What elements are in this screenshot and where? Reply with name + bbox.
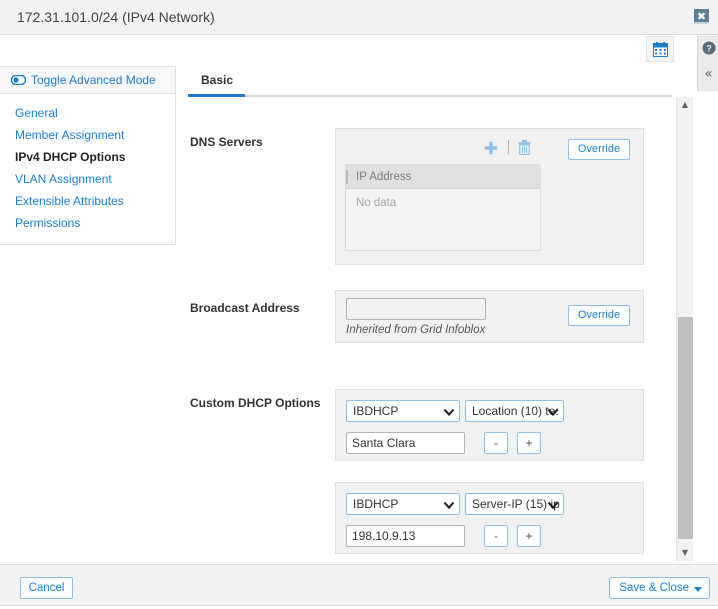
chevron-down-icon: [443, 497, 455, 515]
sidebar-item-vlan-assignment[interactable]: VLAN Assignment: [0, 168, 175, 190]
sidebar-nav: General Member Assignment IPv4 DHCP Opti…: [0, 94, 175, 244]
toggle-advanced-mode-button[interactable]: Toggle Advanced Mode: [0, 67, 175, 94]
toggle-advanced-mode-label: Toggle Advanced Mode: [31, 73, 156, 87]
broadcast-address-label: Broadcast Address: [190, 301, 300, 315]
dhcp-option-add-button-2[interactable]: +: [517, 525, 541, 547]
dhcp-option-value-input-1[interactable]: [346, 432, 465, 454]
broadcast-address-panel: Inherited from Grid Infoblox Override: [335, 290, 644, 343]
tab-basic[interactable]: Basic: [201, 73, 233, 87]
content-scrollbar[interactable]: ▲ ▼: [676, 97, 693, 561]
dhcp-option-name-value-1: Location (10) te:: [472, 404, 559, 418]
tab-active-indicator: [188, 94, 245, 97]
broadcast-address-input[interactable]: [346, 298, 486, 320]
chevron-down-glyph: [443, 499, 455, 511]
sidebar-item-member-assignment[interactable]: Member Assignment: [0, 124, 175, 146]
sidebar-item-general[interactable]: General: [0, 102, 175, 124]
broadcast-address-override-button[interactable]: Override: [568, 305, 630, 326]
dhcp-option-space-select-1[interactable]: IBDHCP: [346, 400, 460, 422]
cancel-button[interactable]: Cancel: [20, 577, 73, 599]
tabstrip: Basic: [188, 66, 672, 97]
dhcp-option-name-value-2: Server-IP (15) ip: [472, 497, 560, 511]
toggle-switch-glyph: [11, 75, 26, 85]
dhcp-option-remove-button-2[interactable]: -: [484, 525, 508, 547]
dhcp-option-name-select-2[interactable]: Server-IP (15) ip: [465, 493, 564, 515]
trash-glyph: [518, 140, 531, 155]
calendar-glyph: [653, 42, 668, 57]
scrollbar-thumb[interactable]: [678, 317, 693, 539]
window-titlebar: 172.31.101.0/24 (IPv4 Network) ✖: [0, 0, 718, 35]
broadcast-address-inherited-note: Inherited from Grid Infoblox: [346, 324, 485, 336]
plus-icon[interactable]: [484, 141, 498, 158]
dhcp-option-value-input-2[interactable]: [346, 525, 465, 547]
save-and-close-label: Save & Close: [619, 582, 689, 594]
dhcp-option-space-select-2[interactable]: IBDHCP: [346, 493, 460, 515]
calendar-icon[interactable]: [646, 36, 674, 62]
dns-servers-override-button[interactable]: Override: [568, 139, 630, 160]
chevron-down-glyph: [443, 406, 455, 418]
chevron-down-icon: [443, 404, 455, 422]
dhcp-option-remove-button-1[interactable]: -: [484, 432, 508, 454]
window-title: 172.31.101.0/24 (IPv4 Network): [17, 9, 215, 25]
toolbar: [0, 36, 718, 66]
dialog-footer: Cancel Save & Close: [0, 564, 718, 609]
dns-servers-grid: IP Address No data: [345, 164, 541, 251]
sidebar: Toggle Advanced Mode General Member Assi…: [0, 66, 176, 245]
dhcp-option-add-button-1[interactable]: +: [517, 432, 541, 454]
dhcp-option-space-value-1: IBDHCP: [353, 404, 398, 418]
dns-grid-header-row: IP Address: [346, 165, 540, 189]
trash-icon[interactable]: [518, 140, 531, 158]
sidebar-item-ipv4-dhcp-options[interactable]: IPv4 DHCP Options: [0, 146, 175, 168]
help-icon[interactable]: ?: [698, 36, 718, 62]
scroll-up-icon[interactable]: ▲: [677, 97, 693, 113]
toolbar-separator: [508, 140, 509, 154]
collapse-panel-icon[interactable]: «: [698, 62, 718, 88]
right-side-rail: ? «: [697, 36, 718, 91]
dns-servers-panel: Override IP Address No data: [335, 128, 644, 265]
caret-down-icon[interactable]: [694, 587, 702, 592]
dhcp-option-space-value-2: IBDHCP: [353, 497, 398, 511]
main-content: Basic DNS Servers: [188, 66, 672, 563]
dns-servers-label: DNS Servers: [190, 135, 263, 149]
dhcp-option-row: IBDHCP Location (10) te:: [335, 389, 644, 461]
sidebar-item-extensible-attributes[interactable]: Extensible Attributes: [0, 190, 175, 212]
dns-grid-column-ip-address[interactable]: IP Address: [346, 170, 411, 184]
scroll-down-icon[interactable]: ▼: [677, 545, 693, 561]
save-and-close-button[interactable]: Save & Close: [609, 577, 710, 599]
svg-text:?: ?: [706, 44, 712, 54]
dhcp-option-name-select-1[interactable]: Location (10) te:: [465, 400, 564, 422]
plus-glyph: [484, 141, 498, 155]
dns-servers-toolbar: Override: [336, 129, 643, 165]
close-icon[interactable]: ✖: [694, 9, 709, 24]
sidebar-item-permissions[interactable]: Permissions: [0, 212, 175, 234]
help-glyph: ?: [702, 41, 716, 55]
custom-dhcp-options-label: Custom DHCP Options: [190, 396, 320, 410]
dns-grid-empty-message: No data: [346, 189, 540, 209]
toggle-switch-icon: [11, 75, 26, 85]
dhcp-option-row: IBDHCP Server-IP (15) ip: [335, 482, 644, 554]
